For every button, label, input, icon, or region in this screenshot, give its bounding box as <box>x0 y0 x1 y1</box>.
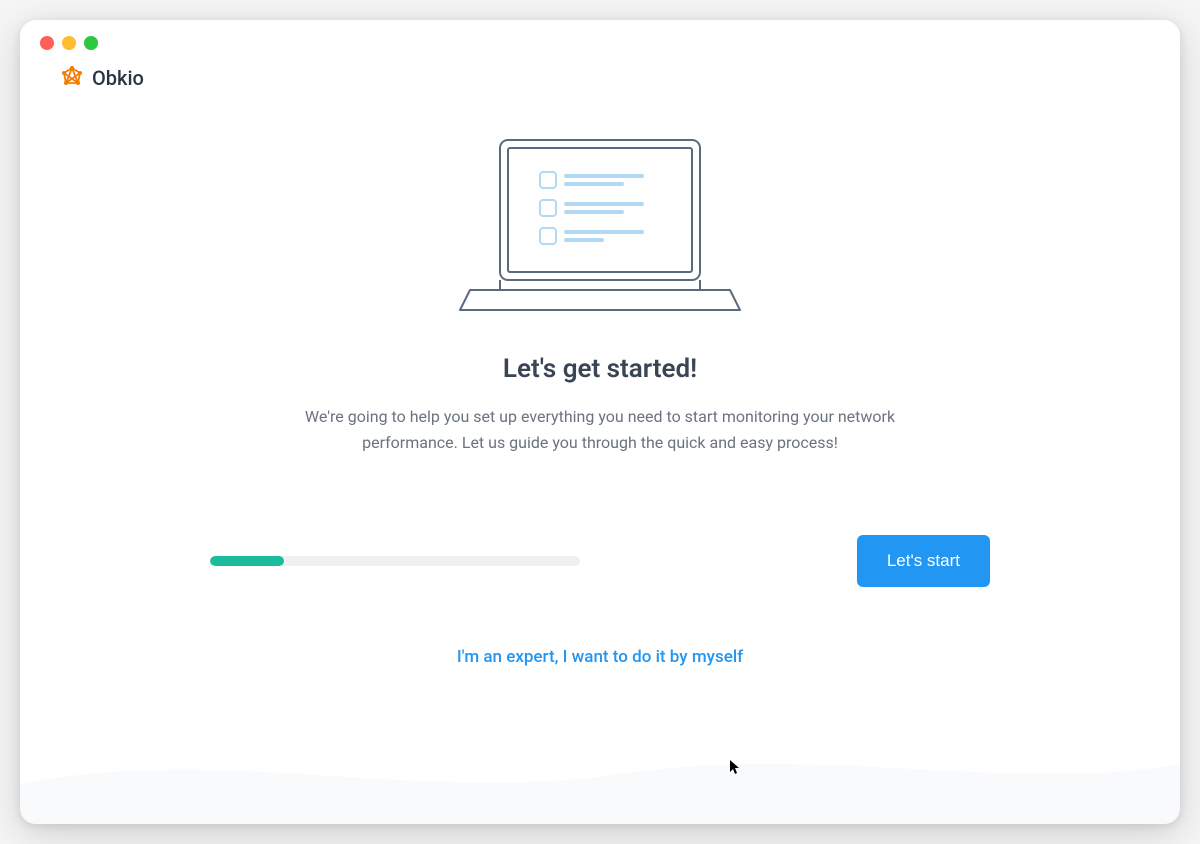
content-area: Obkio <box>20 66 1180 707</box>
laptop-illustration-icon <box>440 130 760 324</box>
background-wave-decoration <box>20 704 1180 824</box>
minimize-window-button[interactable] <box>62 36 76 50</box>
action-row: Let's start <box>210 535 990 587</box>
window-title-bar <box>20 20 1180 66</box>
lets-start-button[interactable]: Let's start <box>857 535 990 587</box>
maximize-window-button[interactable] <box>84 36 98 50</box>
onboarding-description: We're going to help you set up everythin… <box>260 404 940 455</box>
skip-onboarding-link[interactable]: I'm an expert, I want to do it by myself <box>457 647 743 667</box>
brand-name: Obkio <box>92 66 144 90</box>
progress-fill <box>210 556 284 566</box>
close-window-button[interactable] <box>40 36 54 50</box>
app-window: Obkio <box>20 20 1180 824</box>
progress-bar <box>210 556 580 566</box>
onboarding-main: Let's get started! We're going to help y… <box>60 110 1140 667</box>
mouse-cursor-icon <box>730 760 742 780</box>
brand-logo-icon <box>60 66 84 90</box>
onboarding-heading: Let's get started! <box>503 354 697 384</box>
brand: Obkio <box>60 66 1140 90</box>
